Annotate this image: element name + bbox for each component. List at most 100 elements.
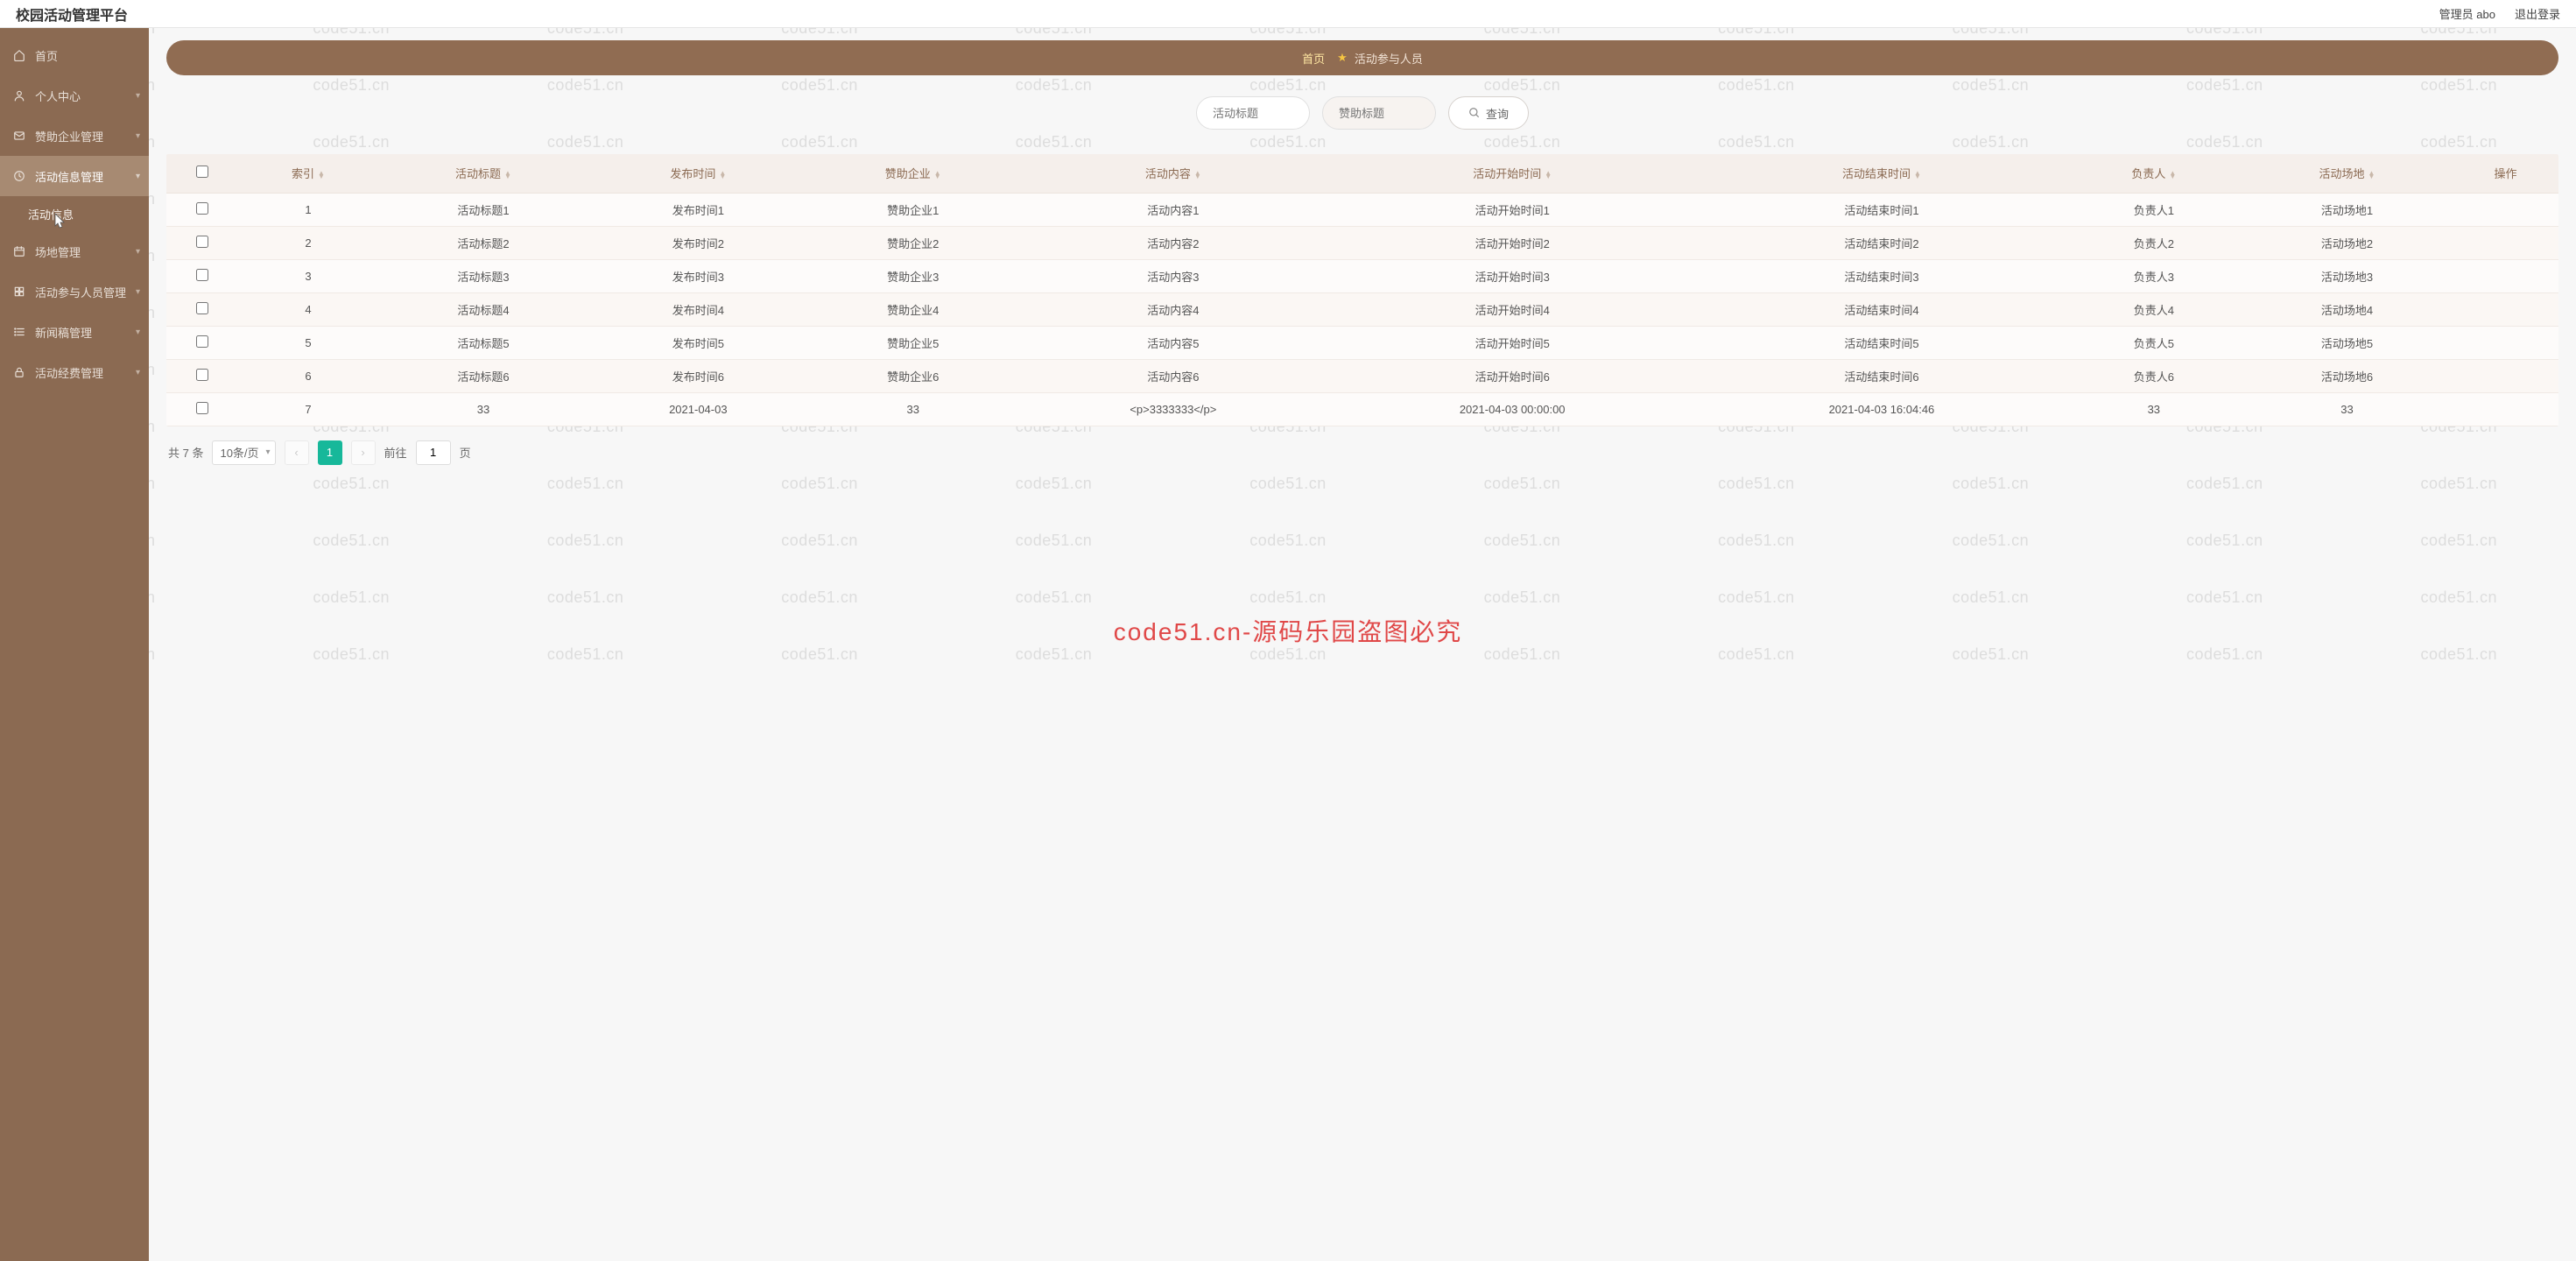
cell-pub: 发布时间3: [589, 259, 807, 292]
sidebar-subitem[interactable]: 活动信息: [0, 196, 149, 231]
breadcrumb: 首页 ★ 活动参与人员: [166, 40, 2558, 75]
goto-page-input[interactable]: [416, 440, 451, 465]
column-header[interactable]: 发布时间▲▼: [589, 154, 807, 193]
cell-start: 活动开始时间5: [1327, 326, 1697, 359]
sidebar-item-label: 活动信息管理: [35, 168, 103, 185]
cell-venue: 活动场地2: [2242, 226, 2453, 259]
cell-title: 33: [377, 392, 588, 426]
column-header[interactable]: 操作: [2453, 154, 2558, 193]
column-header[interactable]: 赞助企业▲▼: [807, 154, 1018, 193]
sidebar-item-label: 场地管理: [35, 243, 81, 260]
sidebar-item-5[interactable]: 活动参与人员管理 ▾: [0, 271, 149, 312]
sidebar-item-label: 首页: [35, 47, 58, 64]
cell-idx: 3: [239, 259, 378, 292]
page-number-button[interactable]: 1: [318, 440, 342, 465]
pagination-total: 共 7 条: [168, 444, 203, 461]
search-button[interactable]: 查询: [1448, 96, 1529, 130]
column-header[interactable]: 活动结束时间▲▼: [1697, 154, 2066, 193]
cell-title: 活动标题2: [377, 226, 588, 259]
cell-pub: 2021-04-03: [589, 392, 807, 426]
home-icon: [12, 48, 26, 62]
table-row: 3活动标题3发布时间3赞助企业3活动内容3活动开始时间3活动结束时间3负责人3活…: [166, 259, 2558, 292]
sidebar-item-6[interactable]: 新闻稿管理▾: [0, 312, 149, 352]
filter-sponsor-title-input[interactable]: [1322, 96, 1436, 130]
cell-end: 活动结束时间2: [1697, 226, 2066, 259]
cell-content: <p>3333333</p>: [1018, 392, 1327, 426]
logout-link[interactable]: 退出登录: [2515, 5, 2560, 22]
column-header[interactable]: 活动内容▲▼: [1018, 154, 1327, 193]
cell-end: 2021-04-03 16:04:46: [1697, 392, 2066, 426]
cell-venue: 活动场地5: [2242, 326, 2453, 359]
sort-icon: ▲▼: [504, 172, 511, 179]
breadcrumb-home-link[interactable]: 首页: [1302, 50, 1325, 67]
select-all-checkbox[interactable]: [196, 166, 208, 178]
cell-content: 活动内容2: [1018, 226, 1327, 259]
cell-title: 活动标题4: [377, 292, 588, 326]
cell-owner: 负责人2: [2066, 226, 2242, 259]
chevron-down-icon: ▾: [136, 287, 140, 297]
cell-owner: 负责人3: [2066, 259, 2242, 292]
column-header-label: 活动内容: [1145, 167, 1191, 180]
chevron-down-icon: ▾: [136, 328, 140, 337]
row-checkbox[interactable]: [196, 202, 208, 215]
cell-sponsor: 赞助企业3: [807, 259, 1018, 292]
filter-activity-title-input[interactable]: [1196, 96, 1310, 130]
cell-owner: 负责人5: [2066, 326, 2242, 359]
cell-end: 活动结束时间6: [1697, 359, 2066, 392]
list-icon: [12, 325, 26, 339]
column-header[interactable]: 负责人▲▼: [2066, 154, 2242, 193]
lock-icon: [12, 365, 26, 379]
column-header-label: 索引: [292, 167, 314, 180]
chevron-down-icon: ▾: [136, 131, 140, 141]
cell-pub: 发布时间2: [589, 226, 807, 259]
page-size-label: 10条/页: [220, 444, 258, 461]
cell-venue: 活动场地1: [2242, 193, 2453, 226]
pagination: 共 7 条 10条/页 ‹ 1 › 前往 页: [166, 426, 2558, 472]
column-header-label: 发布时间: [670, 167, 715, 180]
cell-owner: 负责人6: [2066, 359, 2242, 392]
goto-prefix: 前往: [384, 444, 407, 461]
cell-end: 活动结束时间5: [1697, 326, 2066, 359]
cell-actions: [2453, 359, 2558, 392]
cell-actions: [2453, 259, 2558, 292]
cell-sponsor: 赞助企业6: [807, 359, 1018, 392]
cell-pub: 发布时间4: [589, 292, 807, 326]
cell-start: 活动开始时间2: [1327, 226, 1697, 259]
sidebar-item-4[interactable]: 场地管理 ▾: [0, 231, 149, 271]
chevron-down-icon: ▾: [136, 91, 140, 101]
cell-venue: 活动场地6: [2242, 359, 2453, 392]
cell-owner: 负责人1: [2066, 193, 2242, 226]
cell-sponsor: 赞助企业4: [807, 292, 1018, 326]
next-page-button[interactable]: ›: [351, 440, 376, 465]
sidebar-item-0[interactable]: 首页: [0, 35, 149, 75]
cell-pub: 发布时间6: [589, 359, 807, 392]
cell-pub: 发布时间1: [589, 193, 807, 226]
chevron-down-icon: ▾: [136, 172, 140, 181]
cell-end: 活动结束时间4: [1697, 292, 2066, 326]
sidebar-item-1[interactable]: 个人中心▾: [0, 75, 149, 116]
chevron-down-icon: ▾: [136, 247, 140, 257]
column-header[interactable]: 活动标题▲▼: [377, 154, 588, 193]
cell-pub: 发布时间5: [589, 326, 807, 359]
current-user-label[interactable]: 管理员 abo: [2439, 5, 2495, 22]
row-checkbox[interactable]: [196, 402, 208, 414]
row-checkbox[interactable]: [196, 269, 208, 281]
column-header[interactable]: 活动开始时间▲▼: [1327, 154, 1697, 193]
sidebar-item-7[interactable]: 活动经费管理▾: [0, 352, 149, 392]
row-checkbox[interactable]: [196, 302, 208, 314]
cell-end: 活动结束时间3: [1697, 259, 2066, 292]
row-checkbox[interactable]: [196, 335, 208, 348]
row-checkbox[interactable]: [196, 369, 208, 381]
cell-sponsor: 33: [807, 392, 1018, 426]
cell-venue: 活动场地3: [2242, 259, 2453, 292]
sidebar-item-label: 活动参与人员管理: [35, 284, 126, 300]
sidebar-item-3[interactable]: 活动信息管理 ▾: [0, 156, 149, 196]
row-checkbox[interactable]: [196, 236, 208, 248]
column-header[interactable]: 索引▲▼: [239, 154, 378, 193]
cell-title: 活动标题1: [377, 193, 588, 226]
prev-page-button[interactable]: ‹: [285, 440, 309, 465]
cell-venue: 33: [2242, 392, 2453, 426]
sidebar-item-2[interactable]: 赞助企业管理▾: [0, 116, 149, 156]
page-size-select[interactable]: 10条/页: [212, 440, 275, 465]
column-header[interactable]: 活动场地▲▼: [2242, 154, 2453, 193]
